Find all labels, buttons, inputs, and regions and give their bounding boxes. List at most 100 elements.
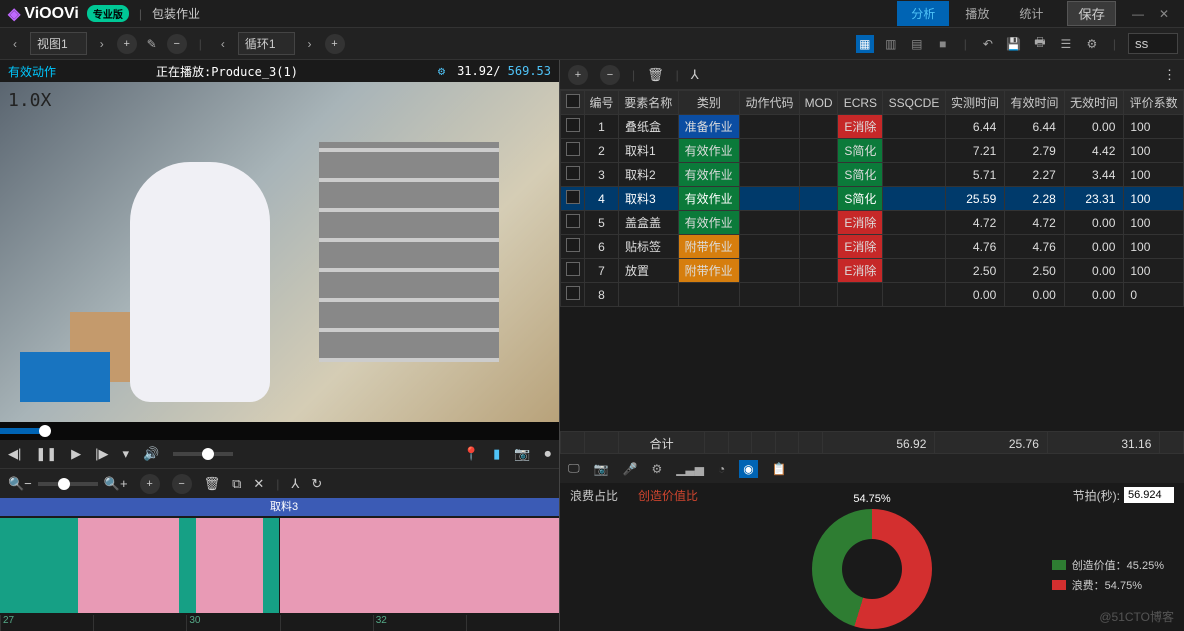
takt-input[interactable] [1124, 487, 1174, 503]
table-row[interactable]: 5盖盒盖有效作业E消除4.724.720.00100 [561, 211, 1184, 235]
cell-mod [799, 283, 838, 307]
table-row[interactable]: 7放置附带作业E消除2.502.500.00100 [561, 259, 1184, 283]
camera-icon[interactable]: 📷 [594, 462, 609, 476]
tab-play[interactable]: 播放 [951, 1, 1003, 26]
monitor-icon[interactable]: 🖵 [568, 461, 580, 476]
video-gear-icon[interactable]: ⚙ [438, 64, 445, 78]
pause-icon[interactable]: ❚❚ [35, 446, 57, 462]
list-icon[interactable]: ☰ [1057, 35, 1075, 53]
video-viewport[interactable]: 1.0X [0, 82, 559, 422]
person-icon[interactable]: ⅄ [291, 476, 299, 492]
ss-input[interactable] [1128, 33, 1178, 54]
loop-prev-icon[interactable]: ‹ [214, 35, 232, 53]
remove-segment-button[interactable]: − [172, 474, 192, 494]
chevron-down-icon[interactable]: ▾ [123, 446, 130, 462]
prev-frame-icon[interactable]: ◀| [8, 446, 21, 462]
table-row[interactable]: 6贴标签附带作业E消除4.764.760.00100 [561, 235, 1184, 259]
loop-next-icon[interactable]: › [301, 35, 319, 53]
row-checkbox[interactable] [566, 142, 580, 156]
clipboard-icon[interactable]: 📋 [772, 462, 787, 476]
row-checkbox[interactable] [566, 214, 580, 228]
sliders-icon[interactable]: ⚙ [651, 462, 662, 476]
undo-icon[interactable]: ↶ [979, 35, 997, 53]
loop-icon[interactable]: ↻ [311, 476, 322, 492]
title-separator: | [139, 7, 142, 21]
volume-icon[interactable]: 🔊 [143, 446, 159, 462]
timeline-segment[interactable] [0, 518, 78, 613]
timeline-segment[interactable] [280, 518, 560, 613]
table-row[interactable]: 4取料3有效作业S简化25.592.2823.31100 [561, 187, 1184, 211]
zoom-in-icon[interactable]: 🔍+ [104, 476, 128, 492]
volume-slider[interactable] [173, 452, 233, 456]
tab-waste-ratio[interactable]: 浪费占比 [570, 487, 618, 504]
camera-icon[interactable]: 📷 [514, 446, 530, 462]
tab-stats[interactable]: 统计 [1005, 1, 1057, 26]
edit-icon[interactable]: ✎ [143, 35, 161, 53]
tab-value-ratio[interactable]: 创造价值比 [638, 487, 698, 504]
select-all-checkbox[interactable] [566, 94, 580, 108]
bar-chart-icon[interactable]: ▁▃▅ [676, 462, 704, 476]
row-checkbox[interactable] [566, 118, 580, 132]
timeline-segment[interactable] [179, 518, 196, 613]
view-next-icon[interactable]: › [93, 35, 111, 53]
zoom-out-icon[interactable]: 🔍− [8, 476, 32, 492]
timeline-segment[interactable] [196, 518, 263, 613]
row-checkbox[interactable] [566, 262, 580, 276]
cell-ecrs: E消除 [838, 259, 883, 283]
col-idx: 编号 [585, 91, 619, 115]
mic-icon[interactable]: 🎤 [623, 462, 638, 476]
trash-icon[interactable]: 🗑 [204, 476, 221, 492]
tab-analyze[interactable]: 分析 [897, 1, 949, 26]
copy-icon[interactable]: ⧉ [232, 476, 241, 492]
scrub-thumb[interactable] [39, 425, 51, 437]
table-row[interactable]: 2取料1有效作业S简化7.212.794.42100 [561, 139, 1184, 163]
record-icon[interactable]: ⏺ [545, 446, 552, 462]
col-action: 动作代码 [740, 91, 800, 115]
cut-icon[interactable]: ✕ [253, 476, 264, 492]
trash-icon[interactable]: 🗑 [647, 67, 664, 83]
gear-icon[interactable]: ⚙ [1083, 35, 1101, 53]
close-button[interactable]: ✕ [1152, 7, 1176, 21]
add-loop-button[interactable]: + [325, 34, 345, 54]
add-view-button[interactable]: + [117, 34, 137, 54]
layout-grid-2v[interactable]: ▥ [882, 35, 900, 53]
zoom-slider[interactable] [38, 482, 98, 486]
play-icon[interactable]: ▶ [71, 446, 81, 462]
print-icon[interactable]: 🖶 [1031, 35, 1049, 53]
donut-chart-icon[interactable]: ◉ [739, 460, 757, 478]
loop-dropdown[interactable]: 循环1 [238, 32, 295, 55]
remove-view-button[interactable]: − [167, 34, 187, 54]
layout-grid-4[interactable]: ▦ [856, 35, 874, 53]
person-icon[interactable]: ⅄ [691, 67, 699, 83]
view-prev-icon[interactable]: ‹ [6, 35, 24, 53]
row-checkbox[interactable] [566, 286, 580, 300]
remove-row-button[interactable]: − [600, 65, 620, 85]
clip-icon[interactable]: ▮ [493, 446, 500, 462]
row-checkbox[interactable] [566, 190, 580, 204]
add-row-button[interactable]: + [568, 65, 588, 85]
separator: | [964, 37, 967, 51]
minimize-button[interactable]: — [1126, 7, 1150, 21]
timeline-track[interactable]: 27 30 32 [0, 516, 559, 631]
layout-single[interactable]: ■ [934, 35, 952, 53]
cell-ssqcde [883, 283, 945, 307]
more-icon[interactable]: ⋮ [1163, 67, 1176, 83]
layout-grid-2h[interactable]: ▤ [908, 35, 926, 53]
timeline-segment[interactable] [263, 518, 280, 613]
row-checkbox[interactable] [566, 238, 580, 252]
marker-icon[interactable]: 📍 [463, 446, 479, 462]
table-row[interactable]: 1叠纸盒准备作业E消除6.446.440.00100 [561, 115, 1184, 139]
pie-icon[interactable]: ◔ [718, 462, 725, 476]
next-frame-icon[interactable]: |▶ [95, 446, 108, 462]
video-scrubber[interactable] [0, 422, 559, 440]
view-dropdown[interactable]: 视图1 [30, 32, 87, 55]
cell-mod [799, 187, 838, 211]
cell-idx: 8 [585, 283, 619, 307]
save-button[interactable]: 保存 [1067, 1, 1116, 26]
add-segment-button[interactable]: + [140, 474, 160, 494]
row-checkbox[interactable] [566, 166, 580, 180]
table-row[interactable]: 80.000.000.000 [561, 283, 1184, 307]
save-icon[interactable]: 💾 [1005, 35, 1023, 53]
timeline-segment[interactable] [78, 518, 179, 613]
table-row[interactable]: 3取料2有效作业S简化5.712.273.44100 [561, 163, 1184, 187]
